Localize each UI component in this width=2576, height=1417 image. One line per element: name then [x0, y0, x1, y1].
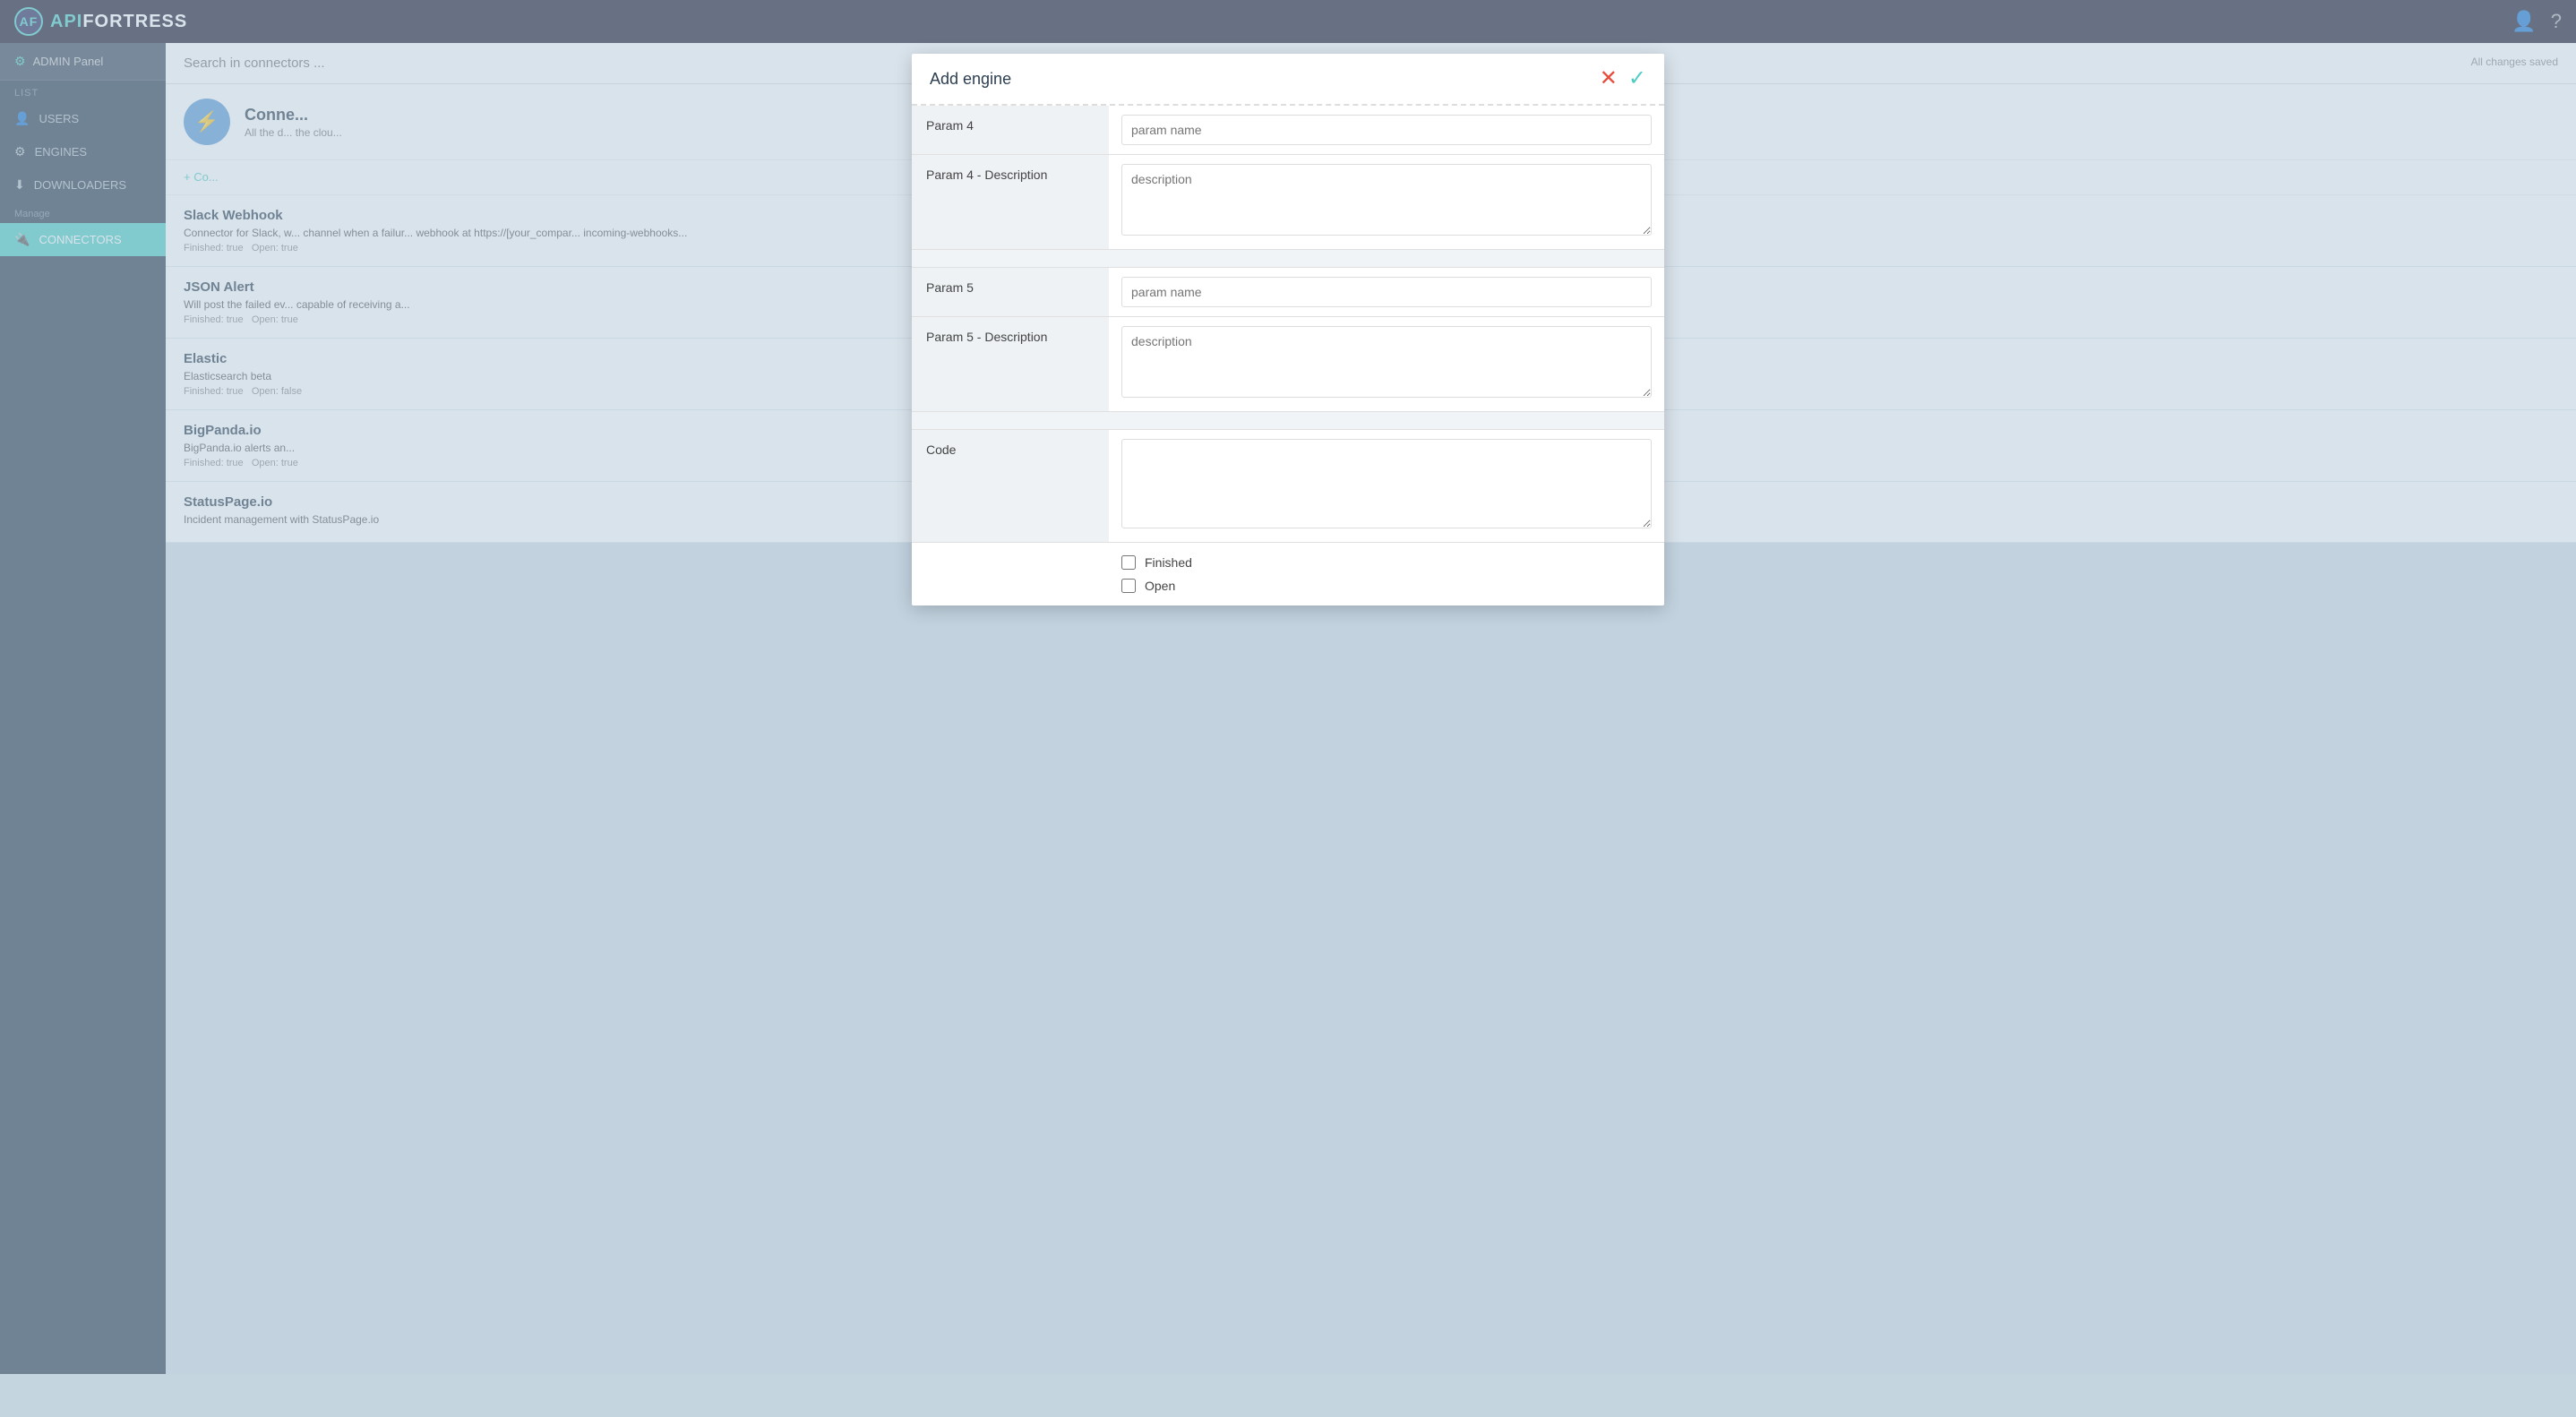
- code-row: Code: [912, 430, 1664, 543]
- param5-desc-label: Param 5 - Description: [912, 317, 1109, 411]
- param5-desc-input-cell: [1109, 317, 1664, 411]
- modal-header: Add engine ✕ ✓: [912, 54, 1664, 106]
- open-label[interactable]: Open: [1145, 579, 1175, 593]
- param4-row: Param 4: [912, 106, 1664, 155]
- param4-desc-label: Param 4 - Description: [912, 155, 1109, 249]
- finished-checkbox[interactable]: [1121, 555, 1136, 570]
- param4-input[interactable]: [1121, 115, 1652, 145]
- modal-close-button[interactable]: ✕: [1600, 68, 1618, 90]
- param5-label: Param 5: [912, 268, 1109, 316]
- code-label: Code: [912, 430, 1109, 542]
- param5-row: Param 5: [912, 268, 1664, 317]
- param5-input-cell: [1109, 268, 1664, 316]
- section-spacer: [912, 250, 1664, 268]
- finished-checkbox-row: Finished: [1121, 555, 1646, 570]
- modal-body: Param 4 Param 4 - Description Param 5: [912, 106, 1664, 605]
- param4-input-cell: [1109, 106, 1664, 154]
- add-engine-modal: Add engine ✕ ✓ Param 4 Param 4 - Descrip…: [912, 54, 1664, 605]
- param4-desc-row: Param 4 - Description: [912, 155, 1664, 250]
- param5-desc-textarea[interactable]: [1121, 326, 1652, 398]
- param4-desc-textarea[interactable]: [1121, 164, 1652, 236]
- param4-label: Param 4: [912, 106, 1109, 154]
- modal-overlay: Add engine ✕ ✓ Param 4 Param 4 - Descrip…: [0, 0, 2576, 1374]
- param5-desc-row: Param 5 - Description: [912, 317, 1664, 412]
- code-textarea[interactable]: [1121, 439, 1652, 528]
- section-spacer-2: [912, 412, 1664, 430]
- param5-input[interactable]: [1121, 277, 1652, 307]
- modal-title: Add engine: [930, 70, 1011, 89]
- modal-header-actions: ✕ ✓: [1600, 68, 1646, 90]
- finished-label[interactable]: Finished: [1145, 555, 1192, 570]
- open-checkbox[interactable]: [1121, 579, 1136, 593]
- checkbox-area: Finished Open: [912, 543, 1664, 605]
- param4-desc-input-cell: [1109, 155, 1664, 249]
- modal-confirm-button[interactable]: ✓: [1628, 68, 1646, 90]
- code-input-cell: [1109, 430, 1664, 542]
- open-checkbox-row: Open: [1121, 579, 1646, 593]
